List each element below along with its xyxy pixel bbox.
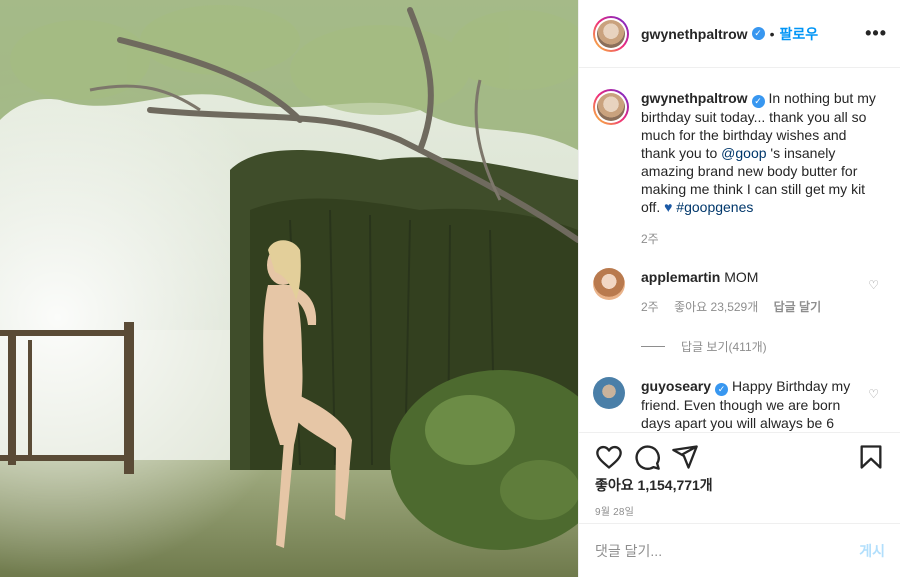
garden-photo-illustration	[0, 0, 578, 577]
bookmark-icon[interactable]	[857, 443, 885, 471]
commenter-avatar[interactable]	[593, 377, 625, 409]
comment-icon[interactable]	[633, 443, 661, 471]
caption-time[interactable]: 2주	[641, 232, 659, 246]
caption-hashtag-link[interactable]: #goopgenes	[676, 199, 753, 215]
post-side-panel: gwynethpaltrow ✓ • 팔로우 ••• gwynethpaltro…	[578, 0, 900, 577]
comment-item: applemartin MOM 2주 좋아요 23,529개 답글 달기 ♡	[593, 268, 887, 316]
post-actions: 좋아요 1,154,771개 9월 28일	[579, 432, 900, 522]
more-icon[interactable]: •••	[865, 24, 887, 42]
comments-list[interactable]: gwynethpaltrow ✓ In nothing but my birthd…	[579, 69, 900, 432]
view-replies-button[interactable]: 답글 보기(411개)	[641, 338, 887, 355]
caption-mention-link[interactable]: @goop	[721, 145, 766, 161]
heart-emoji: ♥	[664, 199, 673, 215]
verified-icon: ✓	[751, 95, 765, 108]
author-username[interactable]: gwynethpaltrow	[641, 26, 748, 42]
follow-button[interactable]: 팔로우	[779, 24, 818, 44]
share-icon[interactable]	[671, 443, 699, 471]
verified-icon: ✓	[715, 383, 729, 396]
comment-composer: 게시	[579, 523, 900, 577]
post-header: gwynethpaltrow ✓ • 팔로우 •••	[579, 0, 900, 68]
comment-likes[interactable]: 좋아요 23,529개	[674, 300, 758, 314]
post-comment-button[interactable]: 게시	[859, 541, 885, 561]
replies-divider	[641, 346, 665, 347]
comment-username[interactable]: applemartin	[641, 269, 720, 285]
caption: gwynethpaltrow ✓ In nothing but my birthd…	[593, 89, 887, 248]
post-photo[interactable]	[0, 0, 578, 577]
post-date[interactable]: 9월 28일	[595, 503, 885, 518]
comment-text: MOM	[724, 269, 759, 285]
caption-username[interactable]: gwynethpaltrow	[641, 90, 748, 106]
heart-icon[interactable]	[595, 443, 623, 471]
comment-like-icon[interactable]: ♡	[868, 278, 879, 292]
separator-dot: •	[769, 25, 775, 42]
verified-icon: ✓	[751, 27, 765, 40]
comment-input[interactable]	[595, 542, 860, 559]
view-replies-label: 답글 보기(411개)	[681, 340, 767, 354]
caption-avatar[interactable]	[593, 89, 629, 125]
comment-item: guyoseary ✓ Happy Birthday my friend. Eve…	[593, 377, 887, 432]
commenter-avatar[interactable]	[593, 268, 625, 300]
comment-username[interactable]: guyoseary	[641, 378, 711, 394]
comment-like-icon[interactable]: ♡	[868, 387, 879, 401]
comment-time[interactable]: 2주	[641, 300, 659, 314]
reply-button[interactable]: 답글 달기	[774, 300, 822, 314]
author-avatar[interactable]	[593, 15, 629, 52]
